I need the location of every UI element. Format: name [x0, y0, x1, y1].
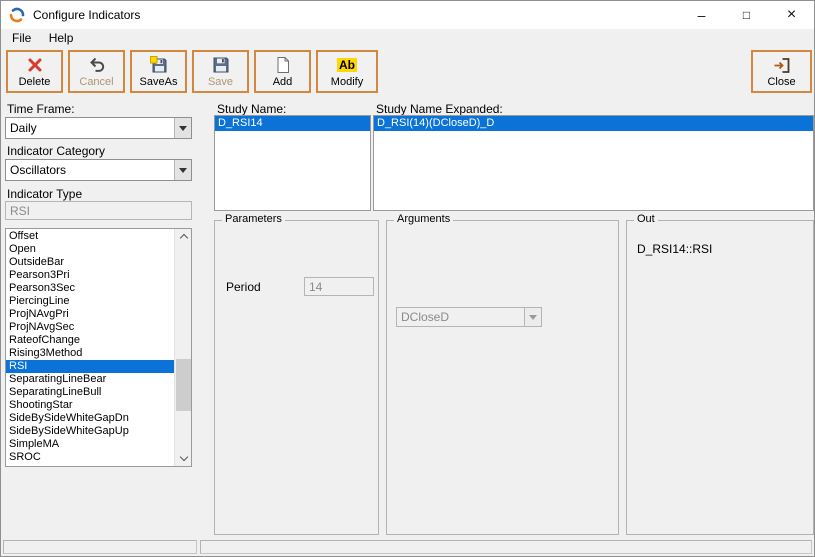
undo-icon [88, 56, 106, 74]
dropdown-arrow-icon [174, 160, 191, 180]
indicator-type-label: Indicator Type [7, 187, 82, 201]
status-panel-left [3, 540, 197, 554]
indicator-category-label: Indicator Category [7, 144, 105, 158]
study-name-item[interactable]: D_RSI14 [215, 116, 370, 131]
window-title: Configure Indicators [33, 8, 140, 22]
indicator-list-item[interactable]: ShootingStar [6, 399, 174, 412]
out-group-title: Out [634, 213, 658, 225]
indicator-list-item[interactable]: RateofChange [6, 334, 174, 347]
status-panel-right [200, 540, 812, 554]
close-button[interactable]: Close [751, 50, 812, 93]
saveas-button[interactable]: SaveAs [130, 50, 187, 93]
indicator-type-input: RSI [5, 201, 192, 220]
scrollbar-thumb[interactable] [176, 359, 191, 411]
indicator-list-item[interactable]: Pearson3Sec [6, 282, 174, 295]
menu-file[interactable]: File [5, 29, 38, 47]
indicator-category-value: Oscillators [6, 163, 174, 177]
indicator-category-dropdown[interactable]: Oscillators [5, 159, 192, 181]
indicator-list-item[interactable]: SideBySideWhiteGapDn [6, 412, 174, 425]
indicator-list-item[interactable]: Offset [6, 230, 174, 243]
out-value: D_RSI14::RSI [637, 242, 712, 256]
dropdown-arrow-icon [524, 308, 541, 326]
indicator-list-item[interactable]: SeparatingLineBear [6, 373, 174, 386]
arguments-dropdown: DCloseD [396, 307, 542, 327]
study-name-expanded-item[interactable]: D_RSI(14)(DCloseD)_D [374, 116, 813, 131]
dropdown-arrow-icon [174, 118, 191, 138]
indicator-list-item[interactable]: SimpleMA [6, 438, 174, 451]
scroll-down-icon[interactable] [175, 451, 192, 466]
save-icon [212, 56, 230, 74]
menu-bar: File Help [1, 29, 814, 49]
period-label: Period [226, 280, 261, 294]
study-name-expanded-list: D_RSI(14)(DCloseD)_D [373, 115, 814, 211]
study-name-expanded-label: Study Name Expanded: [376, 102, 503, 116]
arguments-group-title: Arguments [394, 213, 453, 225]
toolbar-button-label: Modify [331, 76, 363, 88]
indicator-list-item[interactable]: OutsideBar [6, 256, 174, 269]
indicator-list-item[interactable]: Rising3Method [6, 347, 174, 360]
exit-icon [773, 56, 791, 74]
save-button[interactable]: Save [192, 50, 249, 93]
indicator-list-items: Offset Open OutsideBar Pearson3Pri Pears… [6, 230, 174, 466]
minimize-icon: – [698, 7, 706, 23]
modify-button[interactable]: Ab Modify [316, 50, 378, 93]
close-icon: × [787, 6, 796, 24]
configure-indicators-window: Configure Indicators – □ × File Help Del… [0, 0, 815, 557]
indicator-list-item[interactable]: PiercingLine [6, 295, 174, 308]
toolbar-button-label: SaveAs [140, 76, 178, 88]
study-name-list: D_RSI14 [214, 115, 371, 211]
add-button[interactable]: Add [254, 50, 311, 93]
title-bar: Configure Indicators – □ × [1, 1, 814, 29]
modify-icon: Ab [337, 56, 357, 74]
study-name-label: Study Name: [217, 102, 286, 116]
time-frame-label: Time Frame: [7, 102, 75, 116]
indicator-list-item[interactable]: SideBySideWhiteGapUp [6, 425, 174, 438]
indicator-list-item[interactable]: ProjNAvgSec [6, 321, 174, 334]
arguments-value: DCloseD [397, 310, 524, 324]
maximize-icon: □ [743, 8, 750, 22]
indicator-type-list: Offset Open OutsideBar Pearson3Pri Pears… [5, 228, 192, 467]
indicator-list-item[interactable]: ProjNAvgPri [6, 308, 174, 321]
indicator-list-item[interactable]: Open [6, 243, 174, 256]
close-window-button[interactable]: × [769, 1, 814, 29]
delete-icon [27, 56, 43, 74]
parameters-group-title: Parameters [222, 213, 285, 225]
toolbar-button-label: Cancel [79, 76, 113, 88]
period-input: 14 [304, 277, 374, 296]
toolbar-button-label: Add [273, 76, 293, 88]
maximize-button[interactable]: □ [724, 1, 769, 29]
indicator-list-item[interactable]: SROC [6, 451, 174, 464]
new-document-icon [275, 56, 291, 74]
save-as-icon [150, 56, 168, 74]
toolbar-button-label: Delete [19, 76, 51, 88]
menu-help[interactable]: Help [42, 29, 81, 47]
indicator-list-scrollbar[interactable] [174, 229, 191, 466]
time-frame-dropdown[interactable]: Daily [5, 117, 192, 139]
toolbar-button-label: Save [208, 76, 233, 88]
indicator-list-item-selected[interactable]: RSI [6, 360, 174, 373]
scroll-up-icon[interactable] [175, 229, 192, 244]
parameters-group: Parameters [214, 220, 379, 535]
time-frame-value: Daily [6, 121, 174, 135]
arguments-group: Arguments [386, 220, 619, 535]
app-logo-icon [9, 7, 25, 23]
indicator-list-item[interactable]: Pearson3Pri [6, 269, 174, 282]
delete-button[interactable]: Delete [6, 50, 63, 93]
minimize-button[interactable]: – [679, 1, 724, 29]
cancel-button[interactable]: Cancel [68, 50, 125, 93]
toolbar-button-label: Close [767, 76, 795, 88]
out-group: Out [626, 220, 814, 535]
indicator-list-item[interactable]: SeparatingLineBull [6, 386, 174, 399]
